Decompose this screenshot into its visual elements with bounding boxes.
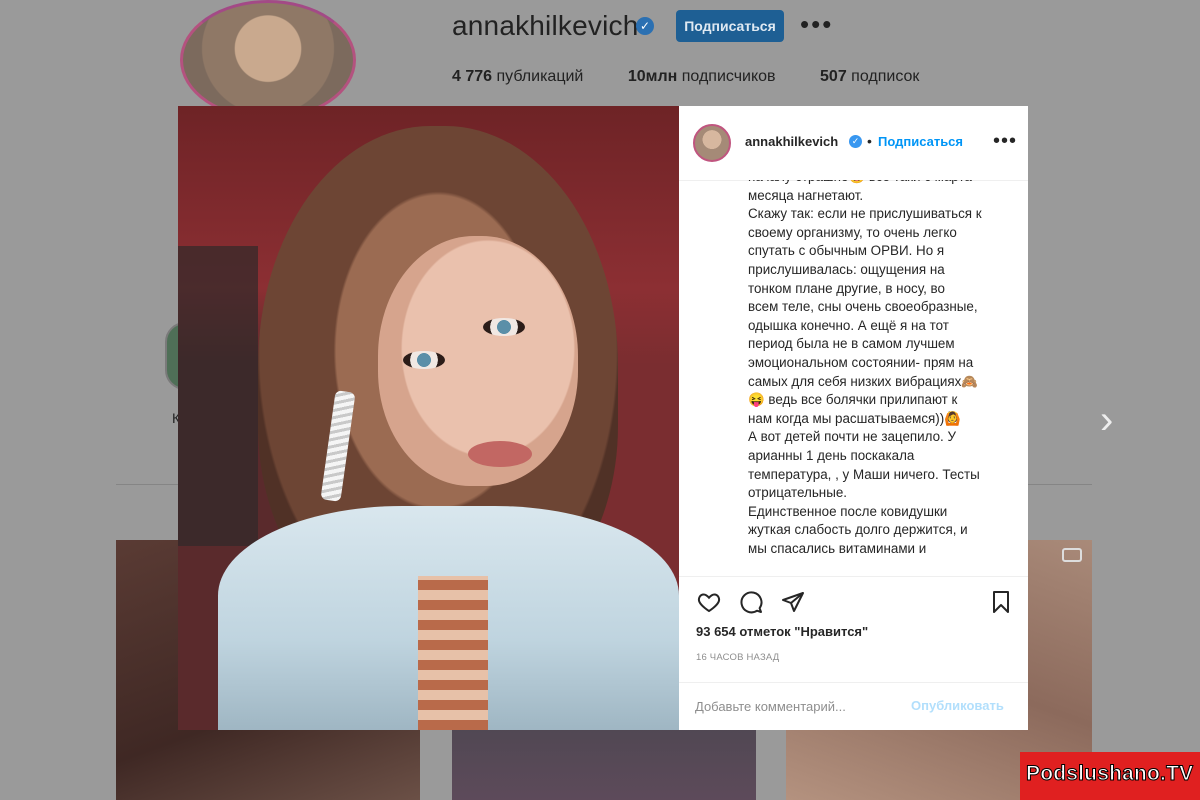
watermark: Podslushano.TV — [1020, 752, 1200, 800]
verified-badge-icon: ✓ — [849, 135, 862, 148]
post-author-avatar[interactable] — [693, 124, 731, 162]
separator-dot: • — [867, 133, 872, 149]
watermark-text: Podslushano.TV — [1025, 762, 1194, 786]
post-caption: началу страшно😄 все таки с марта месяца … — [748, 180, 982, 556]
photo-top — [418, 576, 488, 730]
photo-eye — [403, 351, 445, 369]
heart-icon[interactable] — [697, 590, 721, 614]
followers-count[interactable]: 10млн подписчиков — [628, 68, 776, 85]
publish-button[interactable]: Опубликовать — [911, 698, 1004, 713]
likes-count[interactable]: 93 654 отметок "Нравится" — [696, 624, 868, 639]
verified-badge-icon: ✓ — [636, 17, 654, 35]
profile-follow-button[interactable]: Подписаться — [676, 10, 784, 42]
share-icon[interactable] — [781, 590, 805, 614]
posts-count[interactable]: 4 776 публикаций — [452, 68, 583, 85]
post-more-options-icon[interactable]: ••• — [993, 130, 1017, 153]
profile-stats: 4 776 публикаций 10млн подписчиков 507 п… — [452, 68, 959, 86]
following-count[interactable]: 507 подписок — [820, 68, 919, 85]
comment-bar: Опубликовать — [679, 682, 1028, 731]
post-header: annakhilkevich ✓ • Подписаться ••• — [679, 106, 1028, 181]
post-timestamp: 16 ЧАСОВ НАЗАД — [696, 652, 780, 663]
photo-seat — [178, 246, 258, 546]
post-sidebar: annakhilkevich ✓ • Подписаться ••• начал… — [679, 106, 1028, 730]
post-caption-scroll[interactable]: началу страшно😄 все таки с марта месяца … — [679, 180, 1028, 577]
photo-lips — [468, 441, 532, 467]
post-follow-button[interactable]: Подписаться — [878, 134, 963, 149]
post-photo[interactable] — [178, 106, 679, 730]
video-icon — [1062, 548, 1082, 562]
bookmark-icon[interactable] — [989, 590, 1013, 614]
photo-eye — [483, 318, 525, 336]
profile-username: annakhilkevich — [452, 10, 639, 41]
comment-input[interactable] — [695, 694, 915, 718]
next-post-arrow-icon[interactable]: › — [1100, 400, 1113, 440]
post-actions — [679, 576, 1028, 626]
profile-avatar[interactable] — [180, 0, 356, 120]
post-modal: annakhilkevich ✓ • Подписаться ••• начал… — [178, 106, 1028, 730]
comment-icon[interactable] — [739, 590, 763, 614]
profile-more-options-icon[interactable]: ••• — [800, 10, 833, 38]
post-author-username[interactable]: annakhilkevich — [745, 134, 838, 149]
